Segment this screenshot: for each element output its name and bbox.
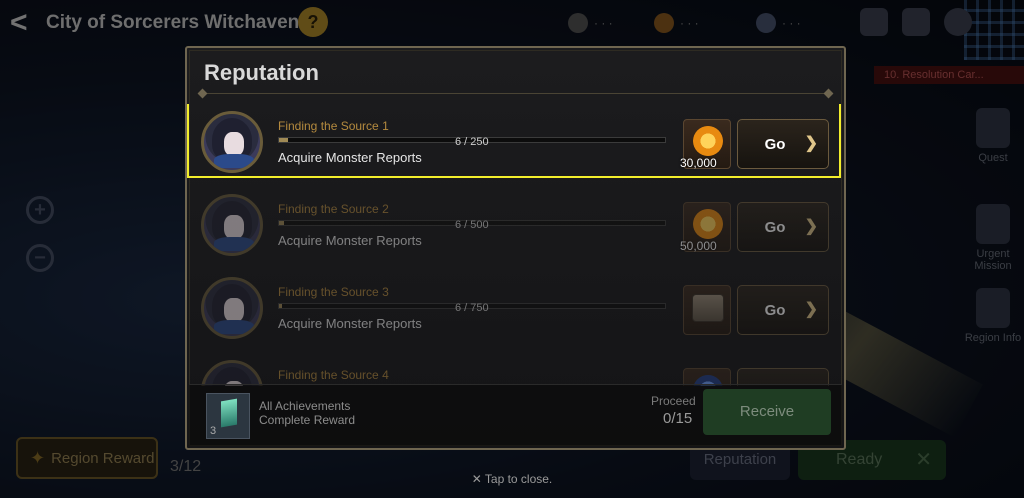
quest-description: Acquire Monster Reports: [278, 316, 422, 331]
proceed-value: 0/15: [663, 410, 693, 427]
quest-description: Acquire Monster Reports: [278, 150, 422, 165]
reputation-row[interactable]: Finding the Source 3 6 / 750 Acquire Mon…: [189, 270, 839, 342]
reputation-row[interactable]: Finding the Source 1 6 / 250 Acquire Mon…: [187, 104, 841, 178]
reward-item[interactable]: 50,000: [680, 202, 731, 253]
go-label: Go: [764, 219, 786, 236]
reward-item[interactable]: 30,000: [680, 119, 731, 170]
reward-amount: 50,000: [680, 239, 717, 253]
chevron-right-icon: ❯: [804, 135, 818, 152]
all-achievements-line1: All Achievements: [259, 399, 351, 413]
chest-icon: [692, 294, 724, 322]
achievements-footer: 3 All Achievements Complete Reward Proce…: [189, 384, 842, 446]
gem-icon: [221, 398, 237, 428]
tap-to-close-hint[interactable]: ✕ Tap to close.: [0, 472, 1024, 486]
title-divider: [201, 93, 830, 94]
character-avatar: [201, 111, 263, 173]
chevron-right-icon: ❯: [804, 218, 818, 235]
tap-close-label: Tap to close.: [484, 472, 553, 486]
go-button[interactable]: Go ❯: [737, 285, 829, 335]
character-avatar: [201, 360, 263, 386]
progress-text: 6 / 500: [455, 219, 489, 231]
go-label: Go: [764, 302, 786, 319]
gold-coin-icon: [693, 209, 723, 239]
gold-coin-icon: [693, 126, 723, 156]
quest-name: Finding the Source 2: [278, 202, 389, 216]
proceed-label: Proceed: [651, 394, 696, 408]
reputation-row[interactable]: Finding the Source 4: [189, 353, 839, 386]
gem-count: 3: [210, 425, 217, 437]
quest-name: Finding the Source 4: [278, 368, 389, 382]
chevron-right-icon: ❯: [804, 301, 818, 318]
go-button[interactable]: Go ❯: [737, 202, 829, 252]
achievement-reward-item[interactable]: 3: [206, 393, 250, 439]
progress-text: 6 / 250: [455, 136, 489, 148]
receive-button[interactable]: Receive: [703, 389, 831, 435]
reputation-row[interactable]: Finding the Source 2 6 / 500 Acquire Mon…: [189, 187, 839, 259]
quest-name: Finding the Source 3: [278, 285, 389, 299]
all-achievements-line2: Complete Reward: [259, 413, 356, 427]
modal-title: Reputation: [204, 60, 319, 85]
close-x-icon: ✕: [471, 472, 485, 486]
reward-amount: 30,000: [680, 156, 717, 170]
progress-text: 6 / 750: [455, 302, 489, 314]
character-avatar: [201, 277, 263, 339]
quest-description: Acquire Monster Reports: [278, 233, 422, 248]
all-achievements-label: All Achievements Complete Reward: [259, 399, 355, 427]
character-avatar: [201, 194, 263, 256]
reward-item[interactable]: [683, 285, 731, 335]
reputation-list[interactable]: Finding the Source 1 6 / 250 Acquire Mon…: [187, 104, 848, 386]
quest-name: Finding the Source 1: [278, 119, 389, 133]
reputation-modal: Reputation Finding the Source 1 6 / 250 …: [185, 46, 846, 450]
go-label: Go: [764, 136, 786, 153]
go-button[interactable]: Go ❯: [737, 119, 829, 169]
